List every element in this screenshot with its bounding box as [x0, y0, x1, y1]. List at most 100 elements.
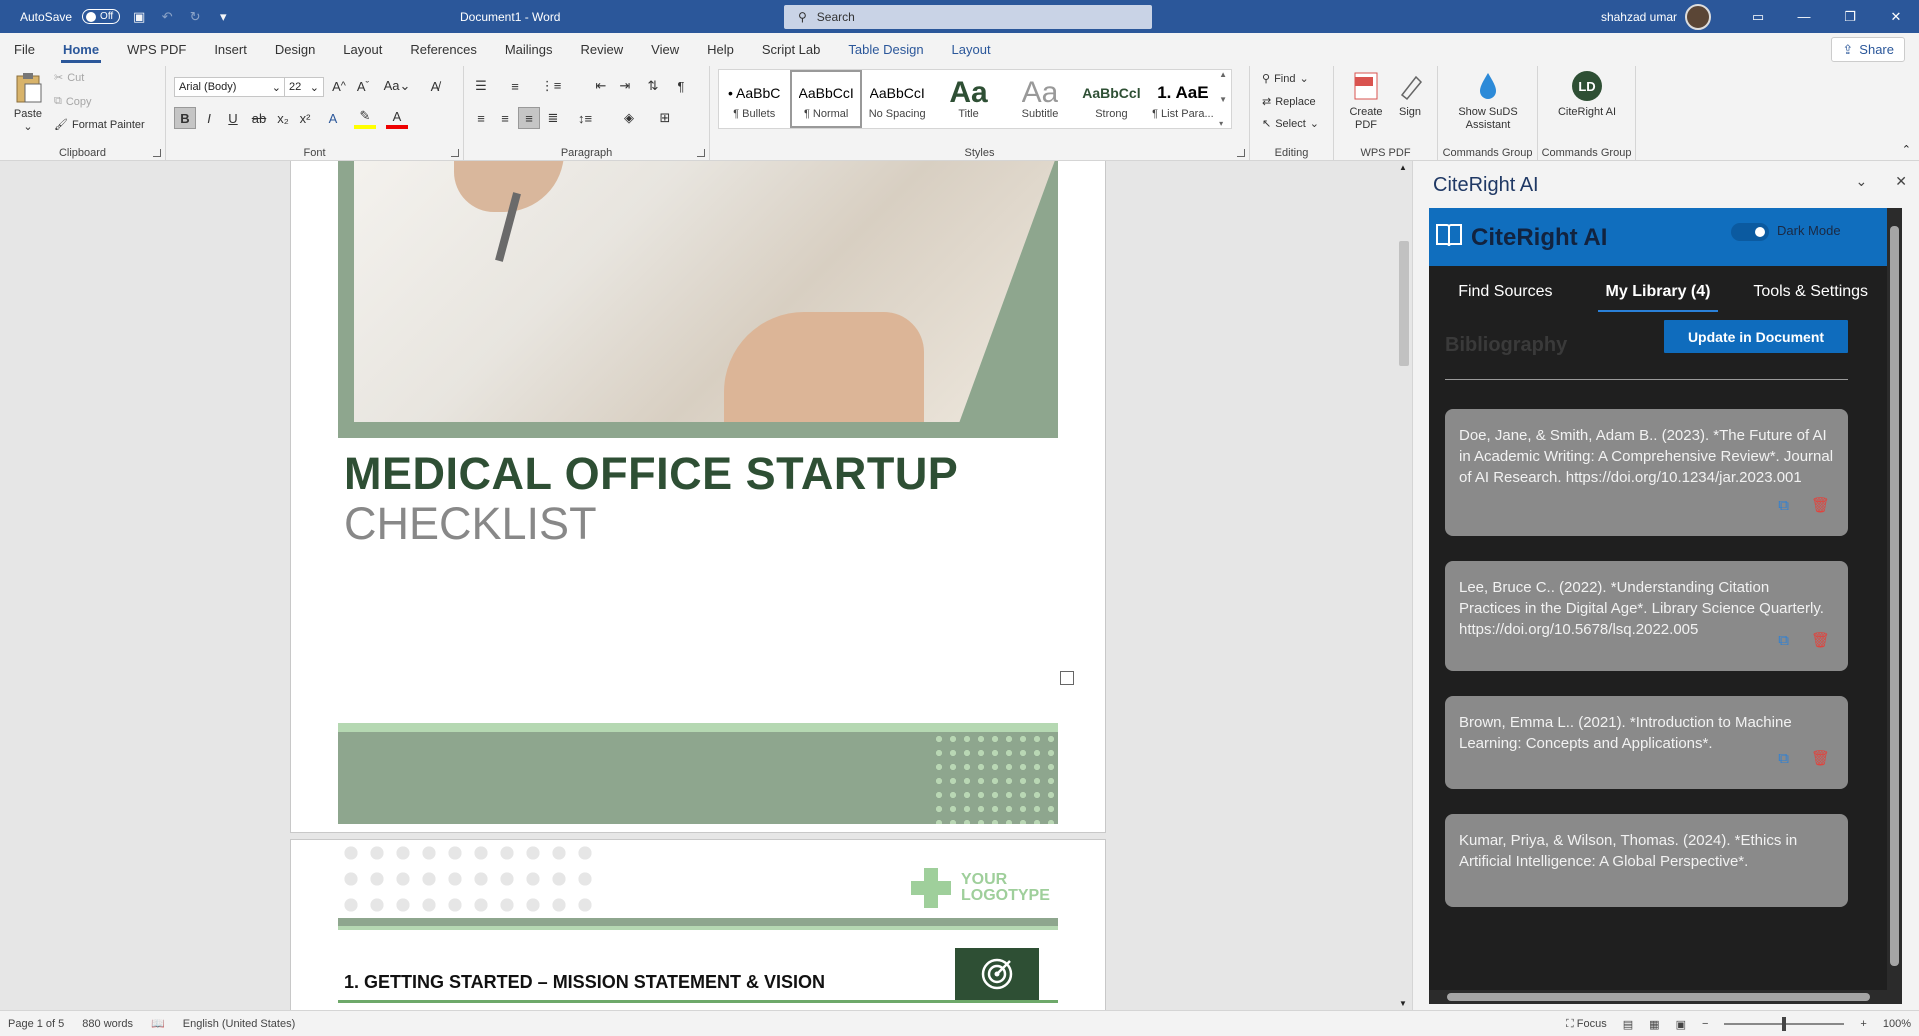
style-list-paragraph[interactable]: 1. AaE ¶ List Para...: [1148, 70, 1219, 128]
clear-formatting-icon[interactable]: A̸: [424, 75, 446, 97]
redo-icon[interactable]: ↻: [186, 8, 204, 26]
shrink-font-icon[interactable]: Aˇ: [352, 75, 374, 97]
share-button[interactable]: ⇪ Share: [1831, 37, 1905, 62]
document-subheading[interactable]: CHECKLIST: [344, 498, 597, 550]
copy-icon[interactable]: ⧉: [1778, 630, 1789, 651]
styles-launcher-icon[interactable]: [1237, 149, 1245, 157]
replace-button[interactable]: ⇄ Replace: [1262, 95, 1316, 109]
justify-icon[interactable]: ≣: [542, 107, 564, 129]
sign-button[interactable]: Sign: [1392, 70, 1428, 119]
page-count[interactable]: Page 1 of 5: [8, 1018, 64, 1030]
highlight-icon[interactable]: ✎: [354, 107, 376, 129]
paragraph-launcher-icon[interactable]: [697, 149, 705, 157]
tab-help[interactable]: Help: [693, 33, 748, 66]
tab-tools-settings[interactable]: Tools & Settings: [1734, 266, 1887, 318]
dark-mode-toggle[interactable]: [1731, 223, 1769, 241]
tab-script-lab[interactable]: Script Lab: [748, 33, 835, 66]
font-size-combo[interactable]: 22 ⌄: [284, 77, 324, 97]
save-icon[interactable]: ▣: [130, 8, 148, 26]
cut-button[interactable]: ✂ Cut: [54, 71, 84, 85]
restore-icon[interactable]: ❐: [1827, 0, 1873, 33]
addin-scrollbar[interactable]: [1887, 208, 1902, 990]
zoom-out-icon[interactable]: −: [1702, 1018, 1708, 1030]
word-count[interactable]: 880 words: [82, 1018, 133, 1030]
document-scrollbar[interactable]: ▲ ▼: [1396, 161, 1412, 1010]
tab-insert[interactable]: Insert: [200, 33, 261, 66]
zoom-level[interactable]: 100%: [1883, 1018, 1911, 1030]
tab-home[interactable]: Home: [49, 33, 113, 66]
sort-icon[interactable]: ⇅: [642, 75, 664, 97]
style-subtitle[interactable]: Aa Subtitle: [1005, 70, 1076, 128]
language[interactable]: English (United States): [183, 1018, 296, 1030]
citeright-ai-button[interactable]: LD CiteRight AI: [1542, 70, 1632, 119]
tab-table-design[interactable]: Table Design: [834, 33, 937, 66]
tab-wps-pdf[interactable]: WPS PDF: [113, 33, 200, 66]
show-suds-assistant-button[interactable]: Show SuDS Assistant: [1442, 70, 1534, 132]
user-name[interactable]: shahzad umar: [1601, 10, 1677, 24]
copy-icon[interactable]: ⧉: [1778, 495, 1789, 516]
grow-font-icon[interactable]: A ^: [328, 75, 350, 97]
change-case-icon[interactable]: Aa⌄: [382, 75, 412, 97]
find-button[interactable]: ⚲ Find ⌄: [1262, 72, 1309, 86]
select-button[interactable]: ↖ Select ⌄: [1262, 117, 1319, 131]
print-layout-icon[interactable]: ▦: [1649, 1018, 1659, 1031]
document-page-2[interactable]: YOUR LOGOTYPE 1. GETTING STARTED – MISSI…: [290, 839, 1106, 1010]
clipboard-launcher-icon[interactable]: [153, 149, 161, 157]
multilevel-list-icon[interactable]: ⋮≡: [540, 75, 562, 97]
copy-icon[interactable]: ⧉: [1778, 748, 1789, 769]
scrollbar-thumb[interactable]: [1399, 241, 1409, 366]
citation-card[interactable]: Doe, Jane, & Smith, Adam B.. (2023). *Th…: [1445, 409, 1848, 536]
paste-button[interactable]: Paste ⌄: [10, 72, 46, 134]
autosave-toggle[interactable]: Off: [82, 9, 121, 24]
superscript-button[interactable]: x²: [294, 107, 316, 129]
avatar[interactable]: [1685, 3, 1711, 30]
align-left-icon[interactable]: ≡: [470, 107, 492, 129]
copy-button[interactable]: ⧉ Copy: [54, 95, 92, 108]
create-pdf-button[interactable]: Create PDF: [1344, 70, 1388, 132]
line-spacing-icon[interactable]: ↕≡: [574, 107, 596, 129]
align-right-icon[interactable]: ≡: [518, 107, 540, 129]
scroll-down-icon[interactable]: ▼: [1399, 999, 1407, 1008]
collapse-ribbon-icon[interactable]: ⌃: [1902, 143, 1911, 156]
zoom-slider[interactable]: [1724, 1017, 1845, 1031]
tab-find-sources[interactable]: Find Sources: [1429, 266, 1582, 318]
section-heading[interactable]: 1. GETTING STARTED – MISSION STATEMENT &…: [344, 972, 825, 993]
style-strong[interactable]: AaBbCcl Strong: [1076, 70, 1147, 128]
citation-card[interactable]: Kumar, Priya, & Wilson, Thomas. (2024). …: [1445, 814, 1848, 907]
bold-button[interactable]: B: [174, 107, 196, 129]
style-title[interactable]: Aa Title: [933, 70, 1004, 128]
trash-icon[interactable]: 🗑: [1811, 495, 1830, 516]
tab-layout[interactable]: Layout: [329, 33, 396, 66]
read-mode-icon[interactable]: ▤: [1623, 1018, 1633, 1031]
tab-design[interactable]: Design: [261, 33, 329, 66]
trash-icon[interactable]: 🗑: [1811, 630, 1830, 651]
underline-button[interactable]: U: [222, 107, 244, 129]
trash-icon[interactable]: 🗑: [1811, 748, 1830, 769]
focus-button[interactable]: ⛶ Focus: [1566, 1018, 1607, 1031]
document-canvas[interactable]: MEDICAL OFFICE STARTUP CHECKLIST YOUR LO…: [0, 161, 1396, 1010]
scroll-up-icon[interactable]: ▲: [1399, 163, 1407, 172]
update-in-document-button[interactable]: Update in Document: [1664, 320, 1848, 353]
italic-button[interactable]: I: [198, 107, 220, 129]
strikethrough-button[interactable]: ab: [248, 107, 270, 129]
format-painter-button[interactable]: 🖌 Format Painter: [54, 118, 145, 132]
shading-icon[interactable]: ◈: [618, 107, 640, 129]
font-launcher-icon[interactable]: [451, 149, 459, 157]
tab-view[interactable]: View: [637, 33, 693, 66]
citation-card[interactable]: Lee, Bruce C.. (2022). *Understanding Ci…: [1445, 561, 1848, 671]
tab-file[interactable]: File: [0, 33, 49, 66]
citation-card[interactable]: Brown, Emma L.. (2021). *Introduction to…: [1445, 696, 1848, 789]
search-box[interactable]: ⚲ Search: [784, 5, 1152, 29]
style-no-spacing[interactable]: AaBbCcI No Spacing: [862, 70, 933, 128]
bullets-icon[interactable]: ☰: [470, 75, 492, 97]
pane-close-icon[interactable]: ✕: [1895, 173, 1907, 190]
show-formatting-marks-icon[interactable]: ¶: [670, 75, 692, 97]
tab-review[interactable]: Review: [567, 33, 638, 66]
text-effects-icon[interactable]: A: [322, 107, 344, 129]
borders-icon[interactable]: ⊞: [654, 107, 676, 129]
document-heading[interactable]: MEDICAL OFFICE STARTUP: [344, 448, 958, 500]
style-normal[interactable]: AaBbCcI ¶ Normal: [790, 70, 862, 128]
tab-references[interactable]: References: [396, 33, 490, 66]
close-icon[interactable]: ✕: [1873, 0, 1919, 33]
customize-qat-icon[interactable]: ▾: [214, 8, 232, 26]
